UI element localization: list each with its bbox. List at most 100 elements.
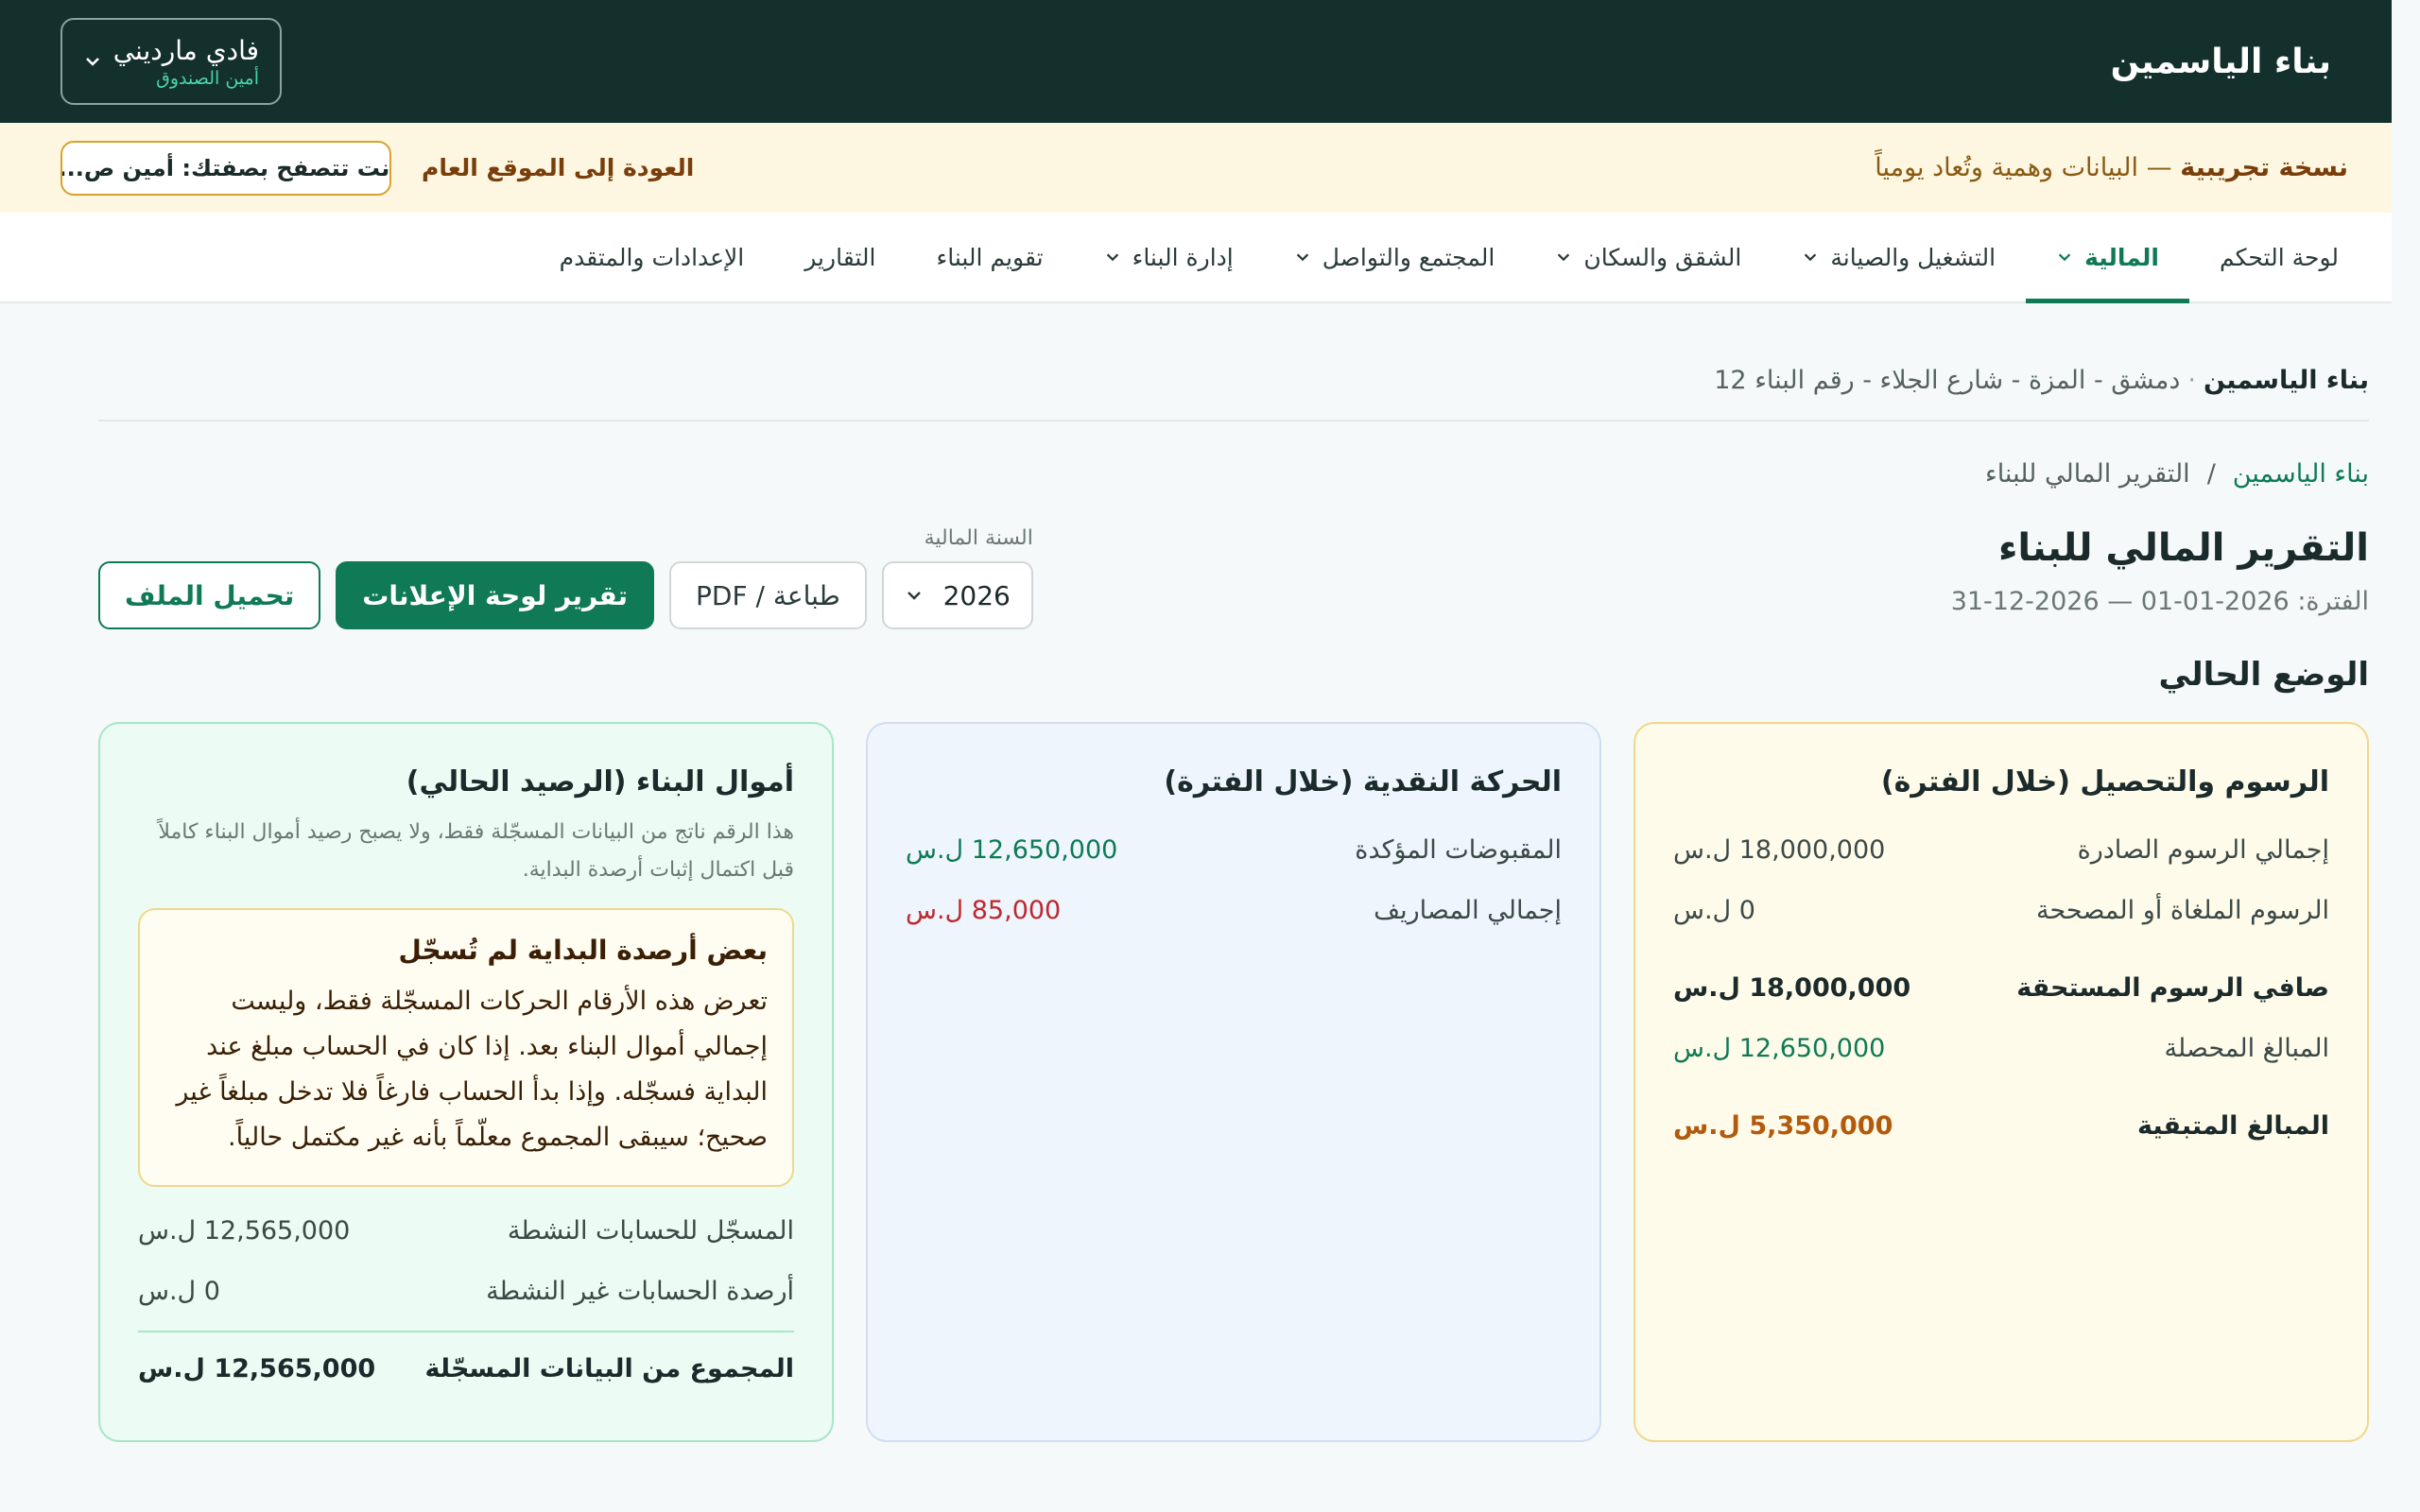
opening-balance-warning: بعض أرصدة البداية لم تُسجّل تعرض هذه الأ… [138, 908, 794, 1187]
row-label: المجموع من البيانات المسجّلة [424, 1353, 794, 1383]
nav-item-operations[interactable]: التشغيل والصيانة [1772, 213, 2026, 301]
row-label: المبالغ المحصلة [2164, 1033, 2330, 1063]
cash-expenses-row: إجمالي المصاريف 85,000 ل.س [906, 880, 1562, 940]
fiscal-year-select[interactable]: 2026 [881, 561, 1033, 629]
nav-item-calendar[interactable]: تقويم البناء [906, 213, 1073, 301]
page-header: التقرير المالي للبناء الفترة: 2026-01-01… [98, 526, 2369, 629]
demo-banner: نسخة تجريبية — البيانات وهمية وتُعاد يوم… [0, 123, 2392, 213]
brand-title: بناء الياسمين [2110, 42, 2331, 81]
row-value: 12,650,000 ل.س [906, 834, 1118, 865]
demo-notice: نسخة تجريبية — البيانات وهمية وتُعاد يوم… [1875, 153, 2348, 182]
funds-divider [138, 1331, 794, 1332]
role-switcher-pill[interactable]: أنت تتصفح بصفتك: أمين ص... [60, 140, 391, 196]
chevron-down-icon [1106, 253, 1118, 262]
chevron-down-icon [2058, 253, 2071, 262]
top-bar: بناء الياسمين فادي مارديني أمين الصندوق [0, 0, 2392, 123]
nav-item-community[interactable]: المجتمع والتواصل [1264, 213, 1526, 301]
chevron-down-icon [1558, 253, 1570, 262]
building-location: بناء الياسمين·دمشق - المزة - شارع الجلاء… [98, 366, 2369, 421]
nav-item-dashboard[interactable]: لوحة التحكم [2189, 213, 2369, 301]
location-separator: · [2187, 366, 2196, 395]
fees-net-row: صافي الرسوم المستحقة 18,000,000 ل.س [1673, 957, 2329, 1018]
print-pdf-button[interactable]: طباعة / PDF [669, 561, 867, 629]
user-menu-button[interactable]: فادي مارديني أمين الصندوق [60, 18, 282, 105]
building-funds-card: أموال البناء (الرصيد الحالي) هذا الرقم ن… [98, 722, 834, 1442]
fiscal-year-value: 2026 [942, 579, 1011, 611]
funds-total-row: المجموع من البيانات المسجّلة 12,565,000 ل… [138, 1338, 794, 1399]
row-label: صافي الرسوم المستحقة [2016, 972, 2329, 1003]
row-label: المبالغ المتبقية [2136, 1110, 2329, 1141]
row-value: 18,000,000 ل.س [1673, 834, 1886, 865]
row-value: 12,650,000 ل.س [1673, 1033, 1886, 1063]
cash-card-title: الحركة النقدية (خلال الفترة) [1164, 765, 1562, 799]
row-label: أرصدة الحسابات غير النشطة [486, 1276, 794, 1306]
report-actions: السنة المالية 2026 طباعة / PDF تقرير لوح… [98, 526, 1033, 629]
nav-label: الشقق والسكان [1583, 243, 1742, 271]
nav-item-building-management[interactable]: إدارة البناء [1074, 213, 1264, 301]
nav-item-apartments[interactable]: الشقق والسكان [1525, 213, 1772, 301]
download-file-button[interactable]: تحميل الملف [98, 561, 321, 629]
demo-description: — البيانات وهمية وتُعاد يومياً [1875, 153, 2181, 182]
row-label: المقبوضات المؤكدة [1355, 834, 1562, 865]
building-address: دمشق - المزة - شارع الجلاء - رقم البناء … [1714, 366, 2181, 395]
nav-label: التشغيل والصيانة [1830, 243, 1996, 271]
fees-cancelled-row: الرسوم الملغاة أو المصححة 0 ل.س [1673, 880, 2329, 940]
user-info: فادي مارديني أمين الصندوق [113, 35, 259, 89]
chevron-down-icon [1805, 253, 1817, 262]
row-label: إجمالي المصاريف [1374, 895, 1562, 925]
back-to-site-link[interactable]: العودة إلى الموقع العام [422, 154, 694, 181]
user-role: أمين الصندوق [156, 67, 259, 89]
nav-item-reports[interactable]: التقارير [774, 213, 906, 301]
main-nav: لوحة التحكم المالية التشغيل والصيانة الش… [0, 213, 2392, 303]
nav-label: المجتمع والتواصل [1322, 243, 1495, 271]
nav-label: تقويم البناء [936, 243, 1044, 271]
bulletin-report-button[interactable]: تقرير لوحة الإعلانات [336, 561, 655, 629]
warning-title: بعض أرصدة البداية لم تُسجّل [398, 935, 768, 966]
chevron-down-icon [86, 58, 99, 66]
row-value: 5,350,000 ل.س [1673, 1110, 1893, 1141]
funds-active-row: المسجّل للحسابات النشطة 12,565,000 ل.س [138, 1200, 794, 1261]
row-value: 12,565,000 ل.س [138, 1353, 376, 1383]
nav-label: إدارة البناء [1132, 243, 1234, 271]
fees-collected-row: المبالغ المحصلة 12,650,000 ل.س [1673, 1018, 2329, 1078]
row-label: الرسوم الملغاة أو المصححة [2036, 895, 2329, 925]
fees-issued-row: إجمالي الرسوم الصادرة 18,000,000 ل.س [1673, 819, 2329, 880]
row-value: 85,000 ل.س [906, 895, 1062, 925]
breadcrumb: بناء الياسمين / التقرير المالي للبناء [98, 459, 2369, 489]
row-value: 12,565,000 ل.س [138, 1215, 351, 1246]
fiscal-year-label: السنة المالية [924, 526, 1033, 550]
cash-receipts-row: المقبوضات المؤكدة 12,650,000 ل.س [906, 819, 1562, 880]
nav-item-finance[interactable]: المالية [2026, 213, 2189, 303]
breadcrumb-current: التقرير المالي للبناء [1985, 459, 2190, 489]
row-value: 0 ل.س [138, 1276, 220, 1306]
nav-label: المالية [2084, 243, 2159, 271]
breadcrumb-root-link[interactable]: بناء الياسمين [2233, 459, 2369, 489]
nav-item-settings[interactable]: الإعدادات والمتقدم [529, 213, 775, 301]
cash-flow-card: الحركة النقدية (خلال الفترة) المقبوضات ا… [866, 722, 1601, 1442]
section-title: الوضع الحالي [2158, 656, 2369, 694]
row-value: 0 ل.س [1673, 895, 1755, 925]
main-content: بناء الياسمين·دمشق - المزة - شارع الجلاء… [98, 303, 2369, 1442]
fiscal-year-field: السنة المالية 2026 [881, 526, 1033, 629]
summary-cards: الرسوم والتحصيل (خلال الفترة) إجمالي الر… [98, 722, 2369, 1442]
row-label: إجمالي الرسوم الصادرة [2077, 834, 2329, 865]
chevron-down-icon [1296, 253, 1308, 262]
nav-label: لوحة التحكم [2219, 243, 2339, 271]
title-block: التقرير المالي للبناء الفترة: 2026-01-01… [1951, 526, 2369, 616]
page-title: التقرير المالي للبناء [1997, 526, 2369, 570]
funds-inactive-row: أرصدة الحسابات غير النشطة 0 ل.س [138, 1261, 794, 1321]
breadcrumb-separator: / [2206, 459, 2216, 489]
nav-label: الإعدادات والمتقدم [559, 243, 745, 271]
funds-card-title: أموال البناء (الرصيد الحالي) [406, 765, 794, 799]
row-value: 18,000,000 ل.س [1673, 972, 1911, 1003]
report-period: الفترة: 2026-01-01 — 2026-12-31 [1950, 587, 2369, 616]
fees-remaining-row: المبالغ المتبقية 5,350,000 ل.س [1673, 1095, 2329, 1156]
nav-label: التقارير [804, 243, 876, 271]
row-label: المسجّل للحسابات النشطة [507, 1215, 794, 1246]
fees-card: الرسوم والتحصيل (خلال الفترة) إجمالي الر… [1634, 722, 2369, 1442]
demo-label: نسخة تجريبية [2180, 153, 2348, 182]
building-name: بناء الياسمين [2203, 366, 2369, 395]
fees-card-title: الرسوم والتحصيل (خلال الفترة) [1880, 765, 2329, 799]
user-name: فادي مارديني [112, 34, 259, 66]
chevron-down-icon [907, 592, 921, 600]
